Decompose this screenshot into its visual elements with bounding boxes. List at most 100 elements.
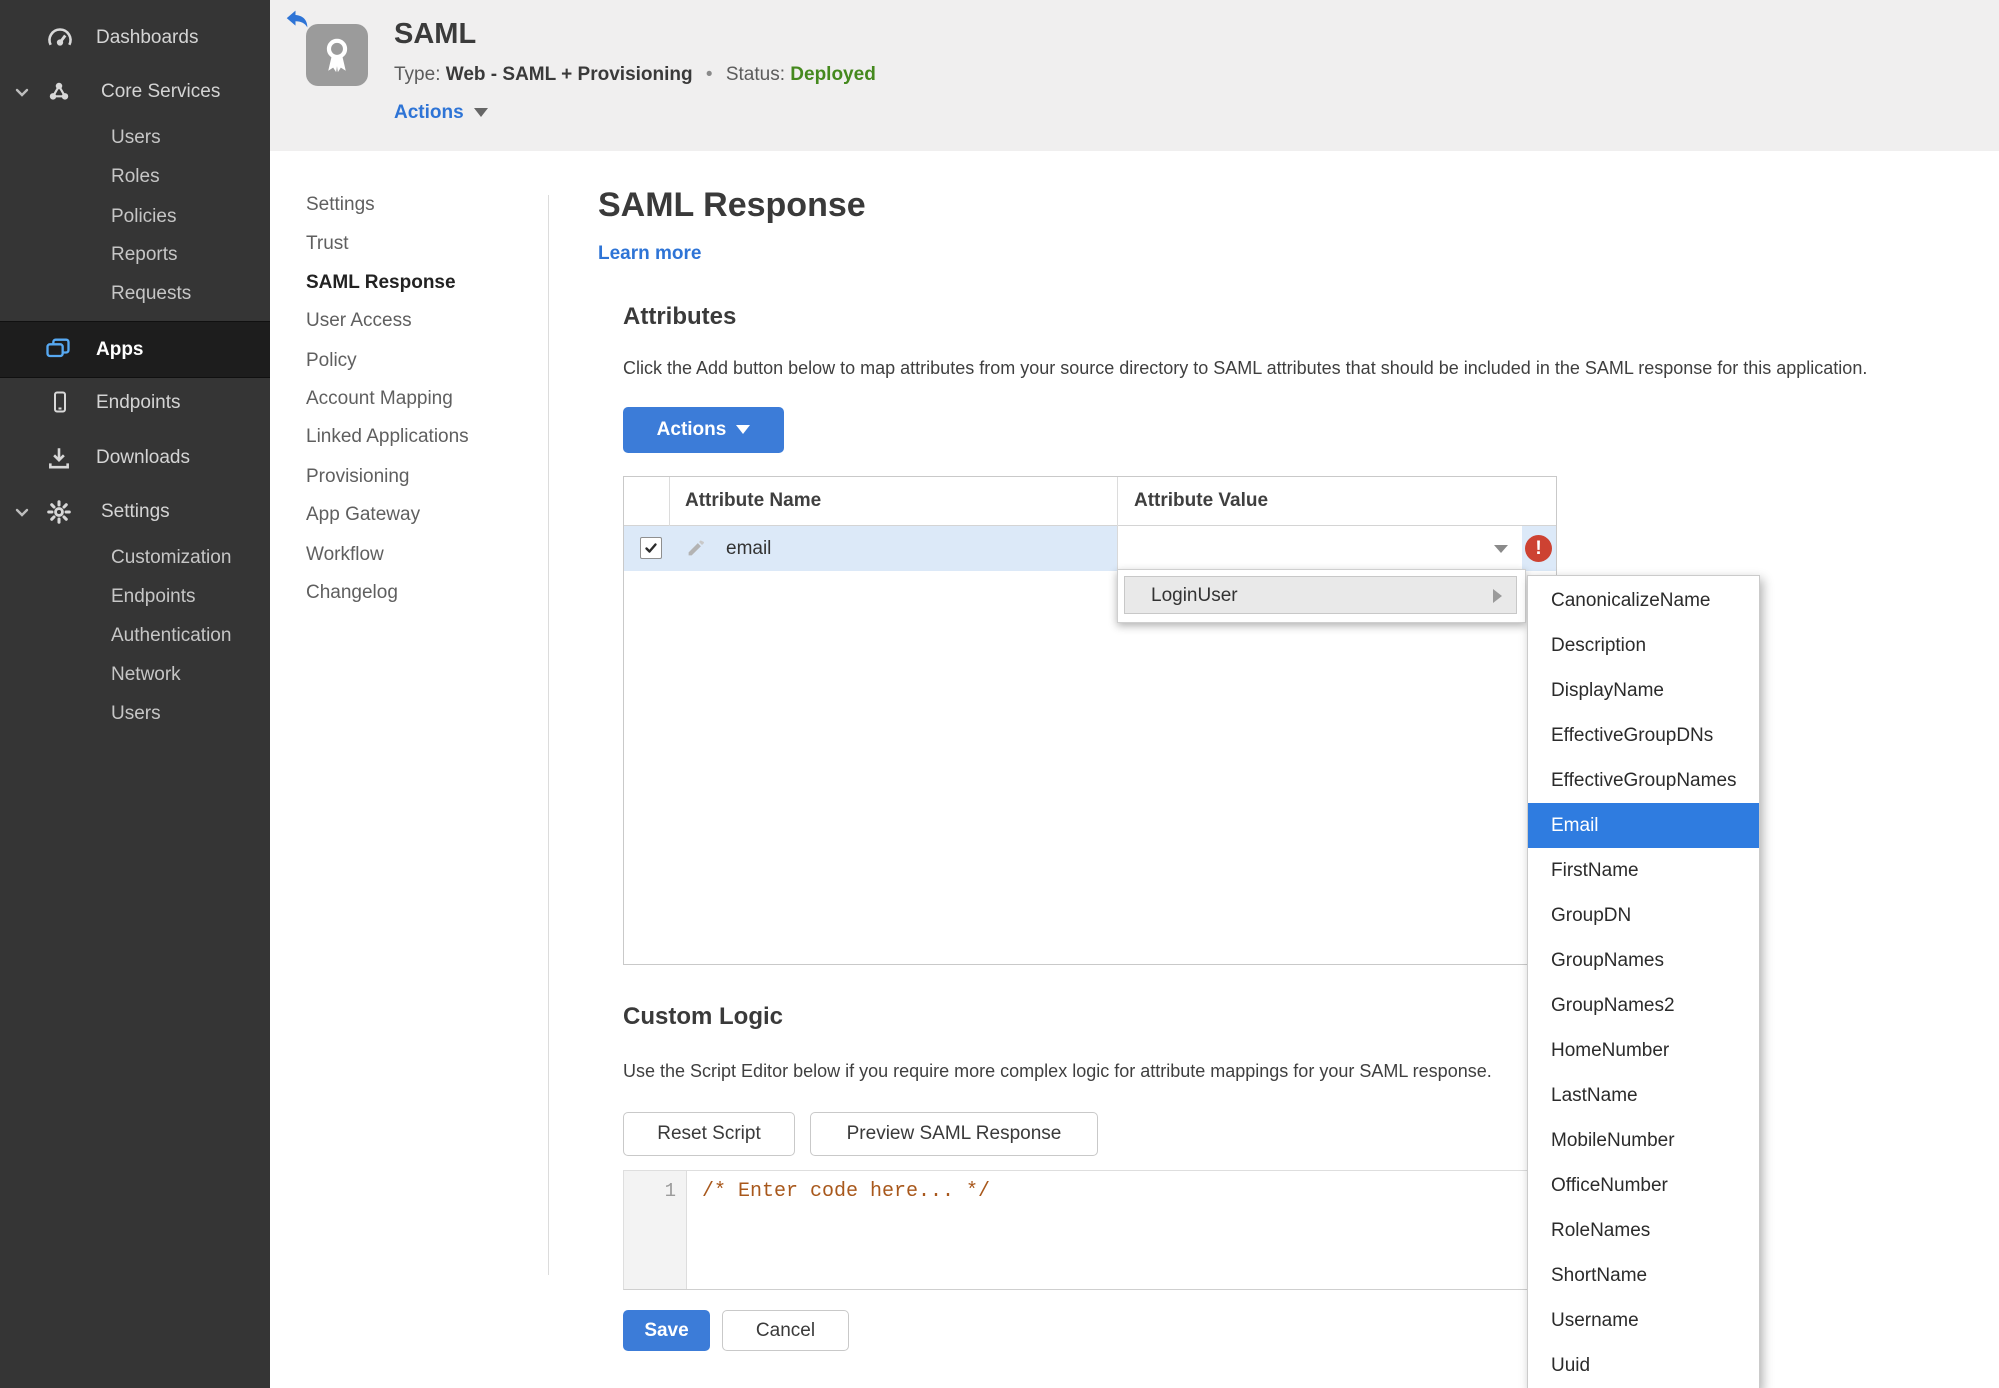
sidebar-item-dashboards[interactable]: Dashboards bbox=[0, 20, 270, 56]
menu-item-email-selected[interactable]: Email bbox=[1528, 803, 1759, 848]
cancel-button[interactable]: Cancel bbox=[722, 1310, 849, 1351]
sidebar-item-label: Downloads bbox=[96, 447, 190, 468]
attributes-heading: Attributes bbox=[623, 303, 737, 330]
sidebar-item-label: Policies bbox=[111, 206, 177, 227]
sidebar-item-label: Settings bbox=[101, 501, 170, 522]
editor-code[interactable]: /* Enter code here... */ bbox=[702, 1180, 990, 1203]
edit-pencil-icon[interactable] bbox=[686, 537, 707, 563]
sidebar-item-roles[interactable]: Roles bbox=[0, 159, 270, 195]
type-label: Type: bbox=[394, 64, 441, 85]
menu-item-uuid[interactable]: Uuid bbox=[1528, 1343, 1759, 1388]
subnav-item-account-mapping[interactable]: Account Mapping bbox=[306, 384, 453, 414]
app-header: SAML Type: Web - SAML + Provisioning • S… bbox=[270, 0, 1999, 151]
menu-item-username[interactable]: Username bbox=[1528, 1298, 1759, 1343]
gear-icon bbox=[46, 499, 72, 531]
script-editor[interactable]: 1 /* Enter code here... */ bbox=[623, 1170, 1557, 1290]
menu-item-label: LoginUser bbox=[1151, 585, 1238, 606]
reset-script-button[interactable]: Reset Script bbox=[623, 1112, 795, 1156]
sidebar-item-users-settings[interactable]: Users bbox=[0, 696, 270, 732]
caret-down-icon bbox=[1494, 545, 1508, 553]
cluster-icon bbox=[46, 79, 72, 111]
app-badge-icon bbox=[306, 24, 368, 86]
sidebar-item-endpoints-settings[interactable]: Endpoints bbox=[0, 579, 270, 615]
error-icon: ! bbox=[1525, 535, 1552, 562]
sidebar-item-label: Users bbox=[111, 127, 161, 148]
loginuser-submenu: CanonicalizeName Description DisplayName… bbox=[1527, 575, 1760, 1388]
menu-item-mobilenumber[interactable]: MobileNumber bbox=[1528, 1118, 1759, 1163]
menu-item-description[interactable]: Description bbox=[1528, 623, 1759, 668]
actions-button-label: Actions bbox=[656, 419, 727, 440]
sidebar-item-label: Endpoints bbox=[111, 586, 196, 607]
section-title: SAML Response bbox=[598, 186, 866, 224]
subnav-item-saml-response[interactable]: SAML Response bbox=[306, 268, 456, 298]
subnav-item-app-gateway[interactable]: App Gateway bbox=[306, 500, 420, 530]
sidebar-item-customization[interactable]: Customization bbox=[0, 540, 270, 576]
menu-item-loginuser[interactable]: LoginUser bbox=[1124, 576, 1517, 614]
menu-item-lastname[interactable]: LastName bbox=[1528, 1073, 1759, 1118]
subnav-item-settings[interactable]: Settings bbox=[306, 190, 375, 220]
menu-item-groupnames[interactable]: GroupNames bbox=[1528, 938, 1759, 983]
attributes-description: Click the Add button below to map attrib… bbox=[623, 358, 1868, 378]
menu-item-groupdn[interactable]: GroupDN bbox=[1528, 893, 1759, 938]
sidebar-item-network[interactable]: Network bbox=[0, 657, 270, 693]
sidebar-item-requests[interactable]: Requests bbox=[0, 276, 270, 312]
header-actions-menu[interactable]: Actions bbox=[394, 102, 488, 124]
menu-item-firstname[interactable]: FirstName bbox=[1528, 848, 1759, 893]
row-checkbox[interactable] bbox=[640, 537, 662, 559]
menu-item-shortname[interactable]: ShortName bbox=[1528, 1253, 1759, 1298]
sidebar-item-authentication[interactable]: Authentication bbox=[0, 618, 270, 654]
subnav-item-trust[interactable]: Trust bbox=[306, 229, 349, 259]
sidebar-item-core-services[interactable]: Core Services bbox=[0, 74, 270, 110]
sidebar-item-label: Network bbox=[111, 664, 181, 685]
smartphone-icon bbox=[48, 390, 72, 420]
custom-logic-description: Use the Script Editor below if you requi… bbox=[623, 1061, 1492, 1081]
sidebar-item-endpoints[interactable]: Endpoints bbox=[0, 385, 270, 421]
type-value: Web - SAML + Provisioning bbox=[445, 64, 693, 85]
subnav-item-policy[interactable]: Policy bbox=[306, 346, 357, 376]
preview-saml-response-button[interactable]: Preview SAML Response bbox=[810, 1112, 1098, 1156]
sidebar-item-apps-active[interactable]: Apps bbox=[0, 321, 270, 378]
sidebar-item-settings[interactable]: Settings bbox=[0, 494, 270, 530]
page-title: SAML bbox=[394, 18, 477, 50]
sidebar-item-label: Authentication bbox=[111, 625, 232, 646]
learn-more-link[interactable]: Learn more bbox=[598, 243, 701, 265]
caret-down-icon bbox=[736, 425, 751, 435]
sidebar-item-label: Apps bbox=[96, 339, 144, 360]
sidebar-item-label: Reports bbox=[111, 244, 178, 265]
sidebar-item-reports[interactable]: Reports bbox=[0, 237, 270, 273]
value-dropdown-menu: LoginUser bbox=[1117, 569, 1526, 623]
sidebar-item-label: Requests bbox=[111, 283, 192, 304]
stacked-windows-icon bbox=[44, 335, 72, 368]
menu-item-canonicalizename[interactable]: CanonicalizeName bbox=[1528, 578, 1759, 623]
attributes-table: Attribute Name Attribute Value email ! bbox=[623, 476, 1557, 965]
chevron-down-icon bbox=[14, 84, 30, 106]
menu-item-officenumber[interactable]: OfficeNumber bbox=[1528, 1163, 1759, 1208]
menu-item-rolenames[interactable]: RoleNames bbox=[1528, 1208, 1759, 1253]
column-header-attribute-value: Attribute Value bbox=[1134, 490, 1269, 511]
header-actions-label: Actions bbox=[394, 102, 464, 123]
menu-item-effectivegroupdns[interactable]: EffectiveGroupDNs bbox=[1528, 713, 1759, 758]
line-number: 1 bbox=[664, 1180, 676, 1202]
subnav-item-provisioning[interactable]: Provisioning bbox=[306, 462, 410, 492]
subnav-item-workflow[interactable]: Workflow bbox=[306, 540, 384, 570]
app-meta: Type: Web - SAML + Provisioning • Status… bbox=[394, 64, 876, 86]
save-button[interactable]: Save bbox=[623, 1310, 710, 1351]
chevron-down-icon bbox=[14, 504, 30, 526]
subnav-item-changelog[interactable]: Changelog bbox=[306, 578, 398, 608]
separator-dot: • bbox=[705, 64, 713, 85]
attribute-name-cell: email bbox=[726, 538, 772, 559]
sidebar-item-policies[interactable]: Policies bbox=[0, 199, 270, 235]
menu-item-displayname[interactable]: DisplayName bbox=[1528, 668, 1759, 713]
subnav-item-user-access[interactable]: User Access bbox=[306, 306, 412, 336]
subnav-item-linked-applications[interactable]: Linked Applications bbox=[306, 422, 469, 452]
attribute-value-dropdown[interactable] bbox=[1117, 526, 1522, 571]
menu-item-effectivegroupnames[interactable]: EffectiveGroupNames bbox=[1528, 758, 1759, 803]
menu-item-groupnames2[interactable]: GroupNames2 bbox=[1528, 983, 1759, 1028]
attributes-actions-button[interactable]: Actions bbox=[623, 407, 784, 453]
sidebar-item-downloads[interactable]: Downloads bbox=[0, 440, 270, 476]
subnav-divider bbox=[548, 195, 549, 1275]
table-row[interactable]: email ! bbox=[624, 526, 1556, 571]
sidebar-item-users[interactable]: Users bbox=[0, 120, 270, 156]
menu-item-homenumber[interactable]: HomeNumber bbox=[1528, 1028, 1759, 1073]
gauge-icon bbox=[46, 25, 74, 59]
